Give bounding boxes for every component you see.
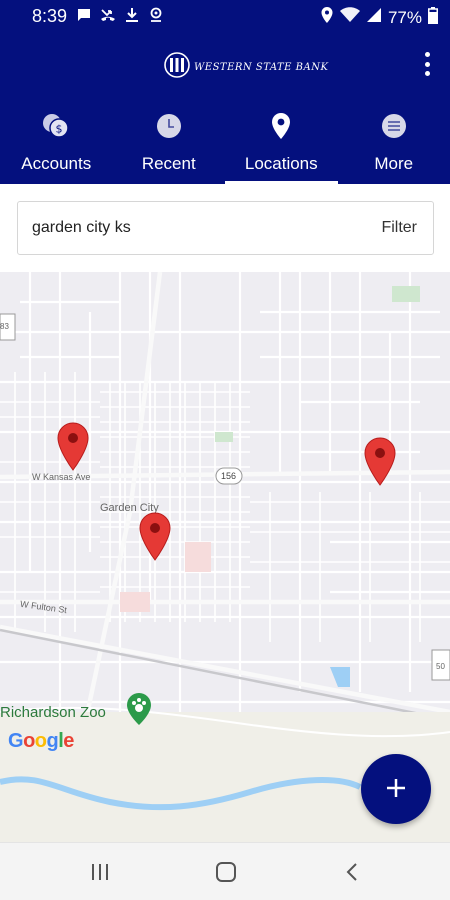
- zoo-label: Richardson Zoo: [0, 704, 106, 721]
- google-logo: Google: [8, 730, 74, 752]
- tab-accounts-label: Accounts: [21, 154, 92, 173]
- battery-icon: [428, 6, 438, 29]
- status-time: 8:39: [32, 6, 68, 26]
- search-box: Filter: [17, 201, 434, 255]
- wifi-icon: [339, 7, 360, 28]
- menu-icon: [380, 111, 408, 141]
- battery-percentage: 77%: [387, 7, 422, 27]
- tab-recent-label: Recent: [141, 154, 196, 173]
- tab-recent[interactable]: Recent: [113, 108, 226, 184]
- home-icon[interactable]: [211, 858, 241, 886]
- location-pin-icon: [148, 7, 164, 28]
- bank-logo-emblem-icon: [164, 52, 190, 83]
- search-input[interactable]: [32, 202, 332, 254]
- system-nav-bar: [0, 842, 450, 900]
- tab-locations-label: Locations: [244, 154, 318, 173]
- recent-apps-icon[interactable]: [85, 858, 115, 886]
- app-bar: WESTERN STATE BANK $ Accounts Recent Loc…: [0, 32, 450, 184]
- svg-text:$: $: [56, 123, 63, 136]
- route-50-label: 50: [436, 662, 445, 671]
- bank-logo: WESTERN STATE BANK: [164, 52, 328, 83]
- search-area: Filter: [0, 184, 450, 272]
- chat-icon: [76, 7, 92, 28]
- bank-name: WESTERN STATE BANK: [194, 62, 329, 73]
- download-icon: [124, 7, 140, 28]
- back-icon[interactable]: [337, 858, 367, 886]
- add-icon: [385, 777, 407, 802]
- filter-button[interactable]: Filter: [381, 202, 417, 254]
- route-156-label: 156: [221, 471, 237, 481]
- tab-more[interactable]: More: [338, 108, 450, 184]
- location-pin-icon: [270, 111, 292, 141]
- more-vert-icon[interactable]: [422, 52, 432, 76]
- missed-call-icon: [100, 7, 116, 28]
- route-83-label: 83: [0, 322, 9, 331]
- kansas-ave-label: W Kansas Ave: [32, 472, 91, 482]
- tab-bar: $ Accounts Recent Locations More: [0, 108, 450, 184]
- tab-accounts[interactable]: $ Accounts: [0, 108, 113, 184]
- accounts-coins-icon: $: [41, 111, 71, 141]
- location-icon: [320, 6, 334, 29]
- tab-more-label: More: [374, 154, 414, 173]
- add-button[interactable]: [361, 754, 431, 824]
- clock-icon: [155, 111, 183, 141]
- status-bar: 8:39 77%: [0, 0, 450, 32]
- signal-icon: [366, 7, 382, 28]
- tab-locations[interactable]: Locations: [225, 108, 338, 184]
